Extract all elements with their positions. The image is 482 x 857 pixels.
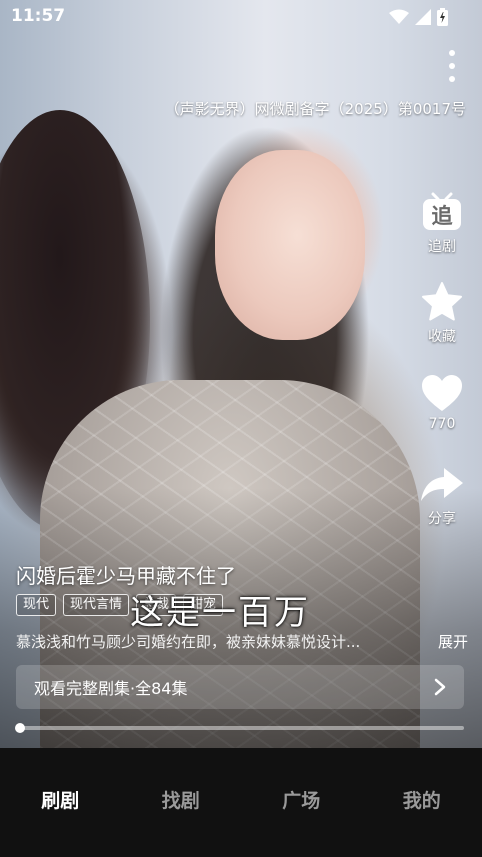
chevron-right-icon — [434, 678, 446, 696]
more-dot-icon — [449, 63, 455, 69]
favorite-button[interactable]: 收藏 — [414, 282, 470, 346]
license-text: （声影无界）网微剧备字（2025）第0017号 — [164, 100, 466, 118]
heart-icon — [422, 375, 462, 411]
follow-drama-label: 追剧 — [428, 239, 456, 255]
more-options-button[interactable] — [440, 48, 464, 84]
video-progress-slider[interactable] — [15, 723, 464, 733]
status-bar: 11:57 — [0, 0, 482, 34]
follow-badge-text: 追 — [432, 204, 454, 228]
battery-icon — [437, 8, 448, 26]
video-figure-face — [215, 150, 365, 340]
more-dot-icon — [449, 76, 455, 82]
nav-tab-wode[interactable]: 我的 — [362, 748, 482, 857]
expand-synopsis-button[interactable]: 展开 — [438, 631, 468, 652]
video-subtitle: 这是一百万 — [130, 593, 310, 633]
share-button[interactable]: 分享 — [414, 466, 470, 528]
more-dot-icon — [449, 50, 455, 56]
follow-drama-icon: 追 — [423, 192, 461, 230]
tag-item[interactable]: 现代 — [16, 594, 57, 616]
tag-item[interactable]: 现代言情 — [63, 594, 130, 616]
full-episodes-label: 观看完整剧集·全84集 — [34, 679, 188, 698]
signal-icon — [415, 9, 431, 25]
nav-tab-guangchang[interactable]: 广场 — [241, 748, 362, 857]
progress-knob[interactable] — [15, 723, 26, 733]
favorite-label: 收藏 — [428, 329, 456, 345]
share-arrow-icon — [421, 468, 463, 501]
progress-track — [16, 726, 464, 730]
wifi-icon — [389, 9, 409, 24]
bottom-nav: 刷剧 找剧 广场 我的 — [0, 748, 482, 857]
like-button[interactable]: 770 — [414, 374, 470, 432]
full-episodes-button[interactable]: 观看完整剧集·全84集 — [16, 665, 464, 709]
star-icon — [422, 282, 462, 321]
like-count: 770 — [428, 416, 456, 432]
status-time: 11:57 — [11, 6, 66, 26]
share-label: 分享 — [428, 511, 456, 527]
status-icons — [389, 8, 448, 26]
drama-synopsis: 慕浅浅和竹马顾少司婚约在即，被亲妹妹慕悦设计... — [16, 633, 361, 651]
nav-tab-zhaoju[interactable]: 找剧 — [121, 748, 242, 857]
follow-drama-button[interactable]: 追 追剧 — [414, 190, 470, 256]
nav-tab-shuaju[interactable]: 刷剧 — [0, 748, 121, 857]
